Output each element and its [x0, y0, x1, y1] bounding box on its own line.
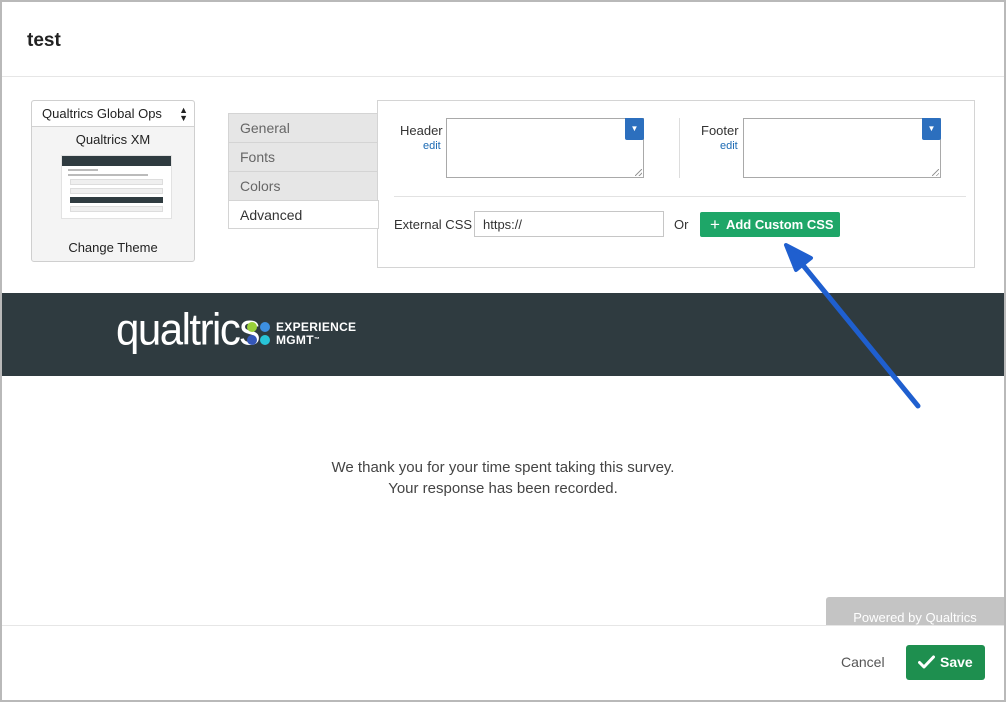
footer-label: Footer [701, 123, 739, 138]
cancel-button[interactable]: Cancel [841, 654, 885, 670]
theme-dialog: test Qualtrics Global Ops ▲ ▼ Qualtrics X… [2, 2, 1004, 700]
or-label: Or [674, 217, 689, 232]
divider [2, 625, 1004, 626]
logo-tagline-line2: MGMT [276, 333, 314, 347]
external-css-input[interactable] [474, 211, 664, 237]
up-down-arrows-icon: ▲ ▼ [179, 105, 188, 123]
theme-library-label: Qualtrics Global Ops [42, 106, 162, 121]
theme-card: Qualtrics Global Ops ▲ ▼ Qualtrics XM Cha… [31, 100, 195, 262]
checkmark-icon [918, 655, 935, 669]
external-css-label: External CSS [394, 217, 473, 232]
tab-advanced[interactable]: Advanced [228, 200, 379, 229]
qualtrics-dots-icon [247, 322, 271, 346]
tab-fonts[interactable]: Fonts [228, 142, 378, 171]
change-theme-button[interactable]: Change Theme [32, 240, 194, 255]
resize-handle[interactable] [635, 169, 642, 176]
caret-down-icon[interactable]: ▼ [625, 118, 644, 140]
powered-by-badge[interactable]: Powered by Qualtrics [826, 597, 1004, 625]
divider [2, 76, 1004, 77]
header-label: Header [400, 123, 443, 138]
add-custom-css-label: Add Custom CSS [725, 217, 834, 232]
survey-preview-banner: qualtrics EXPERIENCE MGMT™ [2, 293, 1004, 376]
resize-handle[interactable] [932, 169, 939, 176]
thank-you-line-1: We thank you for your time spent taking … [331, 459, 675, 476]
footer-textarea[interactable]: ▼ [743, 118, 941, 178]
theme-library-select[interactable]: Qualtrics Global Ops ▲ ▼ [32, 101, 194, 127]
logo-tagline: EXPERIENCE MGMT™ [276, 321, 356, 347]
header-textarea[interactable]: ▼ [446, 118, 644, 178]
plus-icon: + [710, 215, 720, 234]
trademark-symbol: ™ [313, 337, 321, 343]
add-custom-css-button[interactable]: + Add Custom CSS [700, 212, 840, 237]
thank-you-line-2: Your response has been recorded. [388, 480, 618, 497]
advanced-panel: Header edit ▼ Footer edit ▼ External CSS… [377, 100, 975, 268]
caret-down-icon[interactable]: ▼ [922, 118, 941, 140]
save-label: Save [940, 654, 973, 670]
tab-general[interactable]: General [228, 113, 378, 142]
theme-name: Qualtrics XM [75, 132, 151, 147]
save-button[interactable]: Save [906, 645, 985, 680]
tab-colors[interactable]: Colors [228, 171, 378, 200]
theme-thumbnail[interactable] [61, 155, 172, 219]
divider [394, 196, 966, 197]
divider [679, 118, 680, 178]
header-edit-link[interactable]: edit [423, 140, 441, 152]
dialog-title: test [27, 30, 61, 51]
qualtrics-logo-text: qualtrics [116, 304, 260, 355]
footer-edit-link[interactable]: edit [720, 140, 738, 152]
thank-you-message: We thank you for your time spent taking … [2, 457, 1004, 499]
